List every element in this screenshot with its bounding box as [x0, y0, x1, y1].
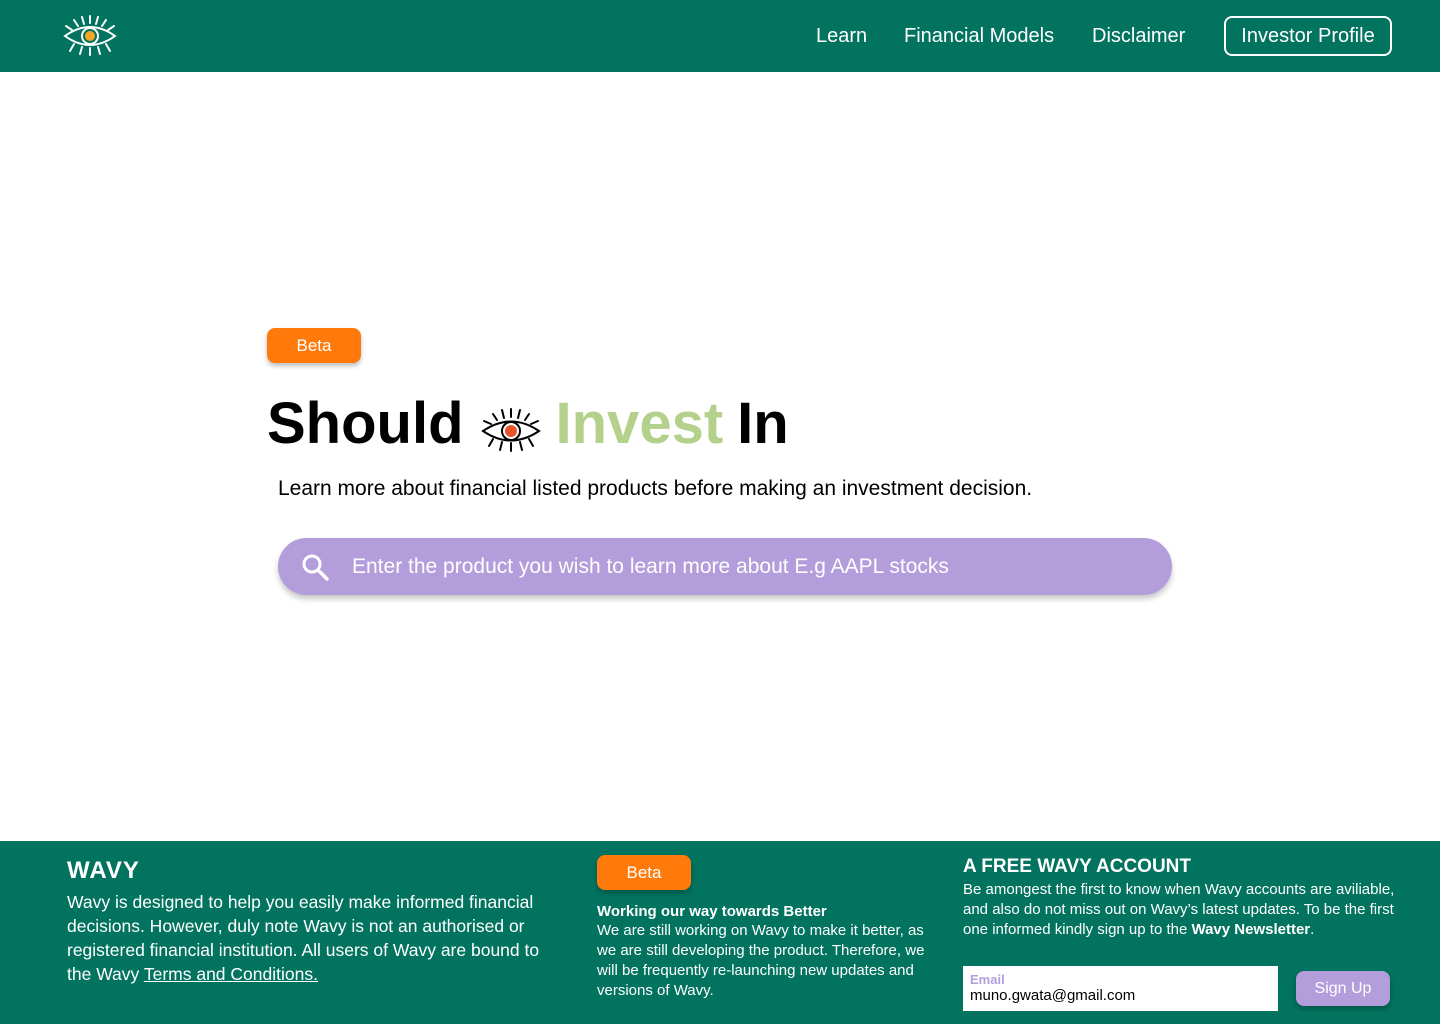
nav-learn-link[interactable]: Learn	[816, 24, 867, 48]
terms-link[interactable]: Terms and Conditions.	[144, 964, 318, 984]
progress-text: We are still working on Wavy to make it …	[597, 922, 925, 999]
footer-beta-badge: Beta	[597, 855, 691, 890]
footer-description: Wavy is designed to help you easily make…	[67, 890, 567, 986]
eye-icon	[480, 400, 542, 452]
account-title: A FREE WAVY ACCOUNT	[963, 856, 1192, 877]
account-text-end: .	[1310, 921, 1315, 938]
eye-icon[interactable]	[62, 14, 118, 58]
title-word-invest: Invest	[555, 390, 724, 456]
sign-up-button[interactable]: Sign Up	[1296, 971, 1390, 1006]
search-icon[interactable]	[300, 552, 330, 582]
page-title: Should Invest In	[267, 388, 789, 458]
email-label: Email	[970, 972, 1005, 987]
footer-brand: WAVY	[67, 857, 140, 884]
footer: WAVY Wavy is designed to help you easily…	[0, 841, 1440, 1024]
title-word-in: In	[737, 390, 789, 456]
title-word-should: Should	[267, 390, 464, 456]
top-nav-bar: Learn Financial Models Disclaimer Invest…	[0, 0, 1440, 72]
email-field[interactable]: Email	[963, 966, 1278, 1011]
account-text: Be amongest the first to know when Wavy …	[963, 880, 1398, 940]
search-input[interactable]	[352, 538, 1152, 595]
account-text-body: Be amongest the first to know when Wavy …	[963, 881, 1395, 938]
nav-financial-models-link[interactable]: Financial Models	[904, 24, 1054, 48]
beta-badge: Beta	[267, 328, 361, 363]
search-bar[interactable]	[278, 538, 1172, 595]
newsletter-name: Wavy Newsletter	[1191, 921, 1311, 938]
nav-disclaimer-link[interactable]: Disclaimer	[1092, 24, 1185, 48]
hero-subtitle: Learn more about financial listed produc…	[278, 477, 1033, 500]
investor-profile-button[interactable]: Investor Profile	[1224, 16, 1392, 56]
progress-title: Working our way towards Better	[597, 903, 827, 920]
email-input[interactable]	[970, 987, 1271, 1005]
